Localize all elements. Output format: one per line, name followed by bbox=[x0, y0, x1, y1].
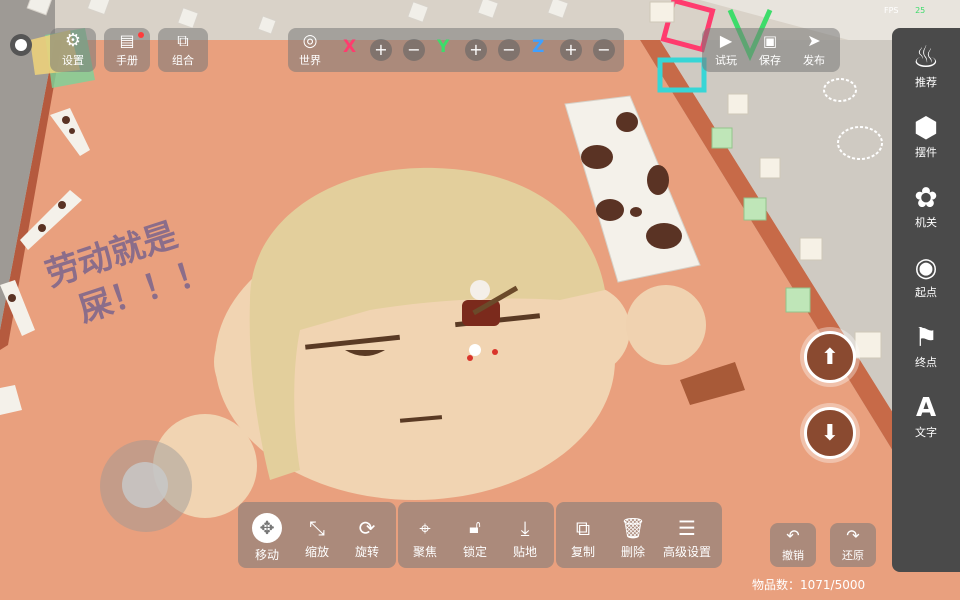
sidebar-item-recommend[interactable]: ♨ 推荐 bbox=[892, 42, 960, 90]
sliders-icon: ☰ bbox=[678, 516, 696, 540]
undo-arrow-icon: ↶ bbox=[786, 526, 800, 545]
flag-icon: ⚑ bbox=[914, 323, 938, 353]
scale-icon: ⤡ bbox=[309, 516, 325, 540]
settings-button[interactable]: ⚙ 设置 bbox=[50, 28, 96, 72]
combine-label: 组合 bbox=[172, 54, 194, 67]
fps-counter: FPS 25 bbox=[884, 6, 925, 15]
sidebar-item-label: 文字 bbox=[915, 426, 937, 439]
gear-icon: ⚙ bbox=[64, 30, 82, 51]
sidebar-item-label: 机关 bbox=[915, 216, 937, 229]
move-down-button[interactable]: ⬇ bbox=[800, 403, 860, 463]
undo-button[interactable]: ↶ 撤销 bbox=[770, 523, 816, 567]
arrow-up-icon: ⬆ bbox=[820, 344, 840, 370]
rotate-label: 旋转 bbox=[354, 545, 379, 559]
manual-button[interactable]: ▤ 手册 bbox=[104, 28, 150, 72]
virtual-joystick[interactable] bbox=[100, 440, 192, 532]
world-label: 世界 bbox=[299, 54, 321, 67]
advanced-label: 高级设置 bbox=[662, 545, 711, 559]
ground-label: 贴地 bbox=[512, 545, 537, 559]
combine-button[interactable]: ⧉ 组合 bbox=[158, 28, 208, 72]
manual-label: 手册 bbox=[116, 54, 138, 67]
sidebar: ♨ 推荐 ⬢ 摆件 ✿ 机关 ◉ 起点 ⚑ 终点 A 文字 bbox=[892, 28, 960, 572]
move-button[interactable]: ✥ 移动 bbox=[244, 510, 290, 566]
settings-label: 设置 bbox=[62, 54, 84, 67]
cube-icon: ⬢ bbox=[913, 111, 939, 144]
floppy-disk-icon: ▣ bbox=[762, 32, 778, 50]
axis-z-label: Z bbox=[532, 37, 545, 57]
axis-x-label: X bbox=[343, 37, 357, 57]
combine-icon: ⧉ bbox=[177, 31, 189, 50]
undo-label: 撤销 bbox=[782, 549, 804, 562]
ground-button[interactable]: ⤓ 贴地 bbox=[502, 510, 548, 566]
play-icon: ▶ bbox=[719, 31, 733, 50]
test-play-label: 试玩 bbox=[715, 54, 737, 67]
z-minus-button[interactable]: − bbox=[593, 39, 615, 61]
text-icon: A bbox=[915, 393, 937, 423]
item-count: 物品数：1071/5000 bbox=[752, 576, 865, 593]
sidebar-item-label: 起点 bbox=[915, 286, 937, 299]
x-minus-button[interactable]: − bbox=[403, 39, 425, 61]
save-label: 保存 bbox=[759, 54, 781, 67]
fps-label: FPS bbox=[884, 6, 899, 15]
y-minus-button[interactable]: − bbox=[498, 39, 520, 61]
item-count-label: 物品数： bbox=[752, 578, 801, 592]
advanced-settings-button[interactable]: ☰ 高级设置 bbox=[658, 510, 716, 566]
lock-button[interactable]: 🔓︎ 锁定 bbox=[452, 510, 498, 566]
sidebar-item-end[interactable]: ⚑ 终点 bbox=[892, 322, 960, 370]
move-label: 移动 bbox=[254, 548, 279, 562]
fps-value: 25 bbox=[915, 6, 926, 15]
sidebar-item-decor[interactable]: ⬢ 摆件 bbox=[892, 112, 960, 160]
copy-button[interactable]: ⧉ 复制 bbox=[560, 510, 606, 566]
book-icon: ▤ bbox=[119, 31, 135, 50]
delete-label: 删除 bbox=[620, 545, 645, 559]
record-dot[interactable] bbox=[10, 34, 32, 56]
arrow-down-icon: ⬇ bbox=[820, 420, 840, 446]
focus-button[interactable]: ⌖ 聚焦 bbox=[402, 510, 448, 566]
fire-icon: ♨ bbox=[912, 40, 940, 75]
scale-button[interactable]: ⤡ 缩放 bbox=[294, 510, 340, 566]
map-pin-icon: ◉ bbox=[914, 253, 938, 283]
scale-label: 缩放 bbox=[304, 545, 329, 559]
sidebar-item-label: 终点 bbox=[915, 356, 937, 369]
x-plus-button[interactable]: + bbox=[370, 39, 392, 61]
move-arrows-icon: ✥ bbox=[252, 513, 282, 543]
delete-button[interactable]: 🗑︎ 删除 bbox=[610, 510, 656, 566]
sidebar-item-start[interactable]: ◉ 起点 bbox=[892, 252, 960, 300]
copy-label: 复制 bbox=[570, 545, 595, 559]
move-up-button[interactable]: ⬆ bbox=[800, 327, 860, 387]
globe-icon: ◎ bbox=[302, 31, 318, 51]
lock-icon: 🔓︎ bbox=[469, 517, 481, 538]
joystick-knob[interactable] bbox=[122, 462, 168, 508]
rotate-button[interactable]: ⟳ 旋转 bbox=[344, 510, 390, 566]
notification-dot bbox=[138, 32, 144, 38]
publish-button[interactable]: ➤ 发布 bbox=[792, 30, 836, 70]
rotate-icon: ⟳ bbox=[358, 516, 376, 540]
z-plus-button[interactable]: + bbox=[560, 39, 582, 61]
redo-button[interactable]: ↷ 还原 bbox=[830, 523, 876, 567]
gear-icon: ✿ bbox=[914, 181, 938, 214]
item-count-value: 1071/5000 bbox=[800, 578, 866, 592]
sidebar-item-label: 摆件 bbox=[915, 146, 937, 159]
sidebar-item-text[interactable]: A 文字 bbox=[892, 392, 960, 440]
world-button[interactable]: ◎ 世界 bbox=[290, 30, 330, 70]
copy-icon: ⧉ bbox=[575, 516, 591, 540]
redo-label: 还原 bbox=[842, 549, 864, 562]
paper-plane-icon: ➤ bbox=[807, 31, 821, 50]
sidebar-item-mechanism[interactable]: ✿ 机关 bbox=[892, 182, 960, 230]
lock-label: 锁定 bbox=[462, 545, 487, 559]
crosshair-icon: ⌖ bbox=[419, 516, 431, 540]
download-icon: ⤓ bbox=[520, 516, 530, 540]
publish-label: 发布 bbox=[803, 54, 825, 67]
focus-label: 聚焦 bbox=[412, 545, 437, 559]
y-plus-button[interactable]: + bbox=[465, 39, 487, 61]
test-play-button[interactable]: ▶ 试玩 bbox=[704, 30, 748, 70]
save-button[interactable]: ▣ 保存 bbox=[748, 30, 792, 70]
trash-icon: 🗑︎ bbox=[620, 516, 646, 540]
redo-arrow-icon: ↷ bbox=[846, 526, 860, 545]
axis-y-label: Y bbox=[437, 37, 450, 57]
sidebar-item-label: 推荐 bbox=[915, 76, 937, 89]
